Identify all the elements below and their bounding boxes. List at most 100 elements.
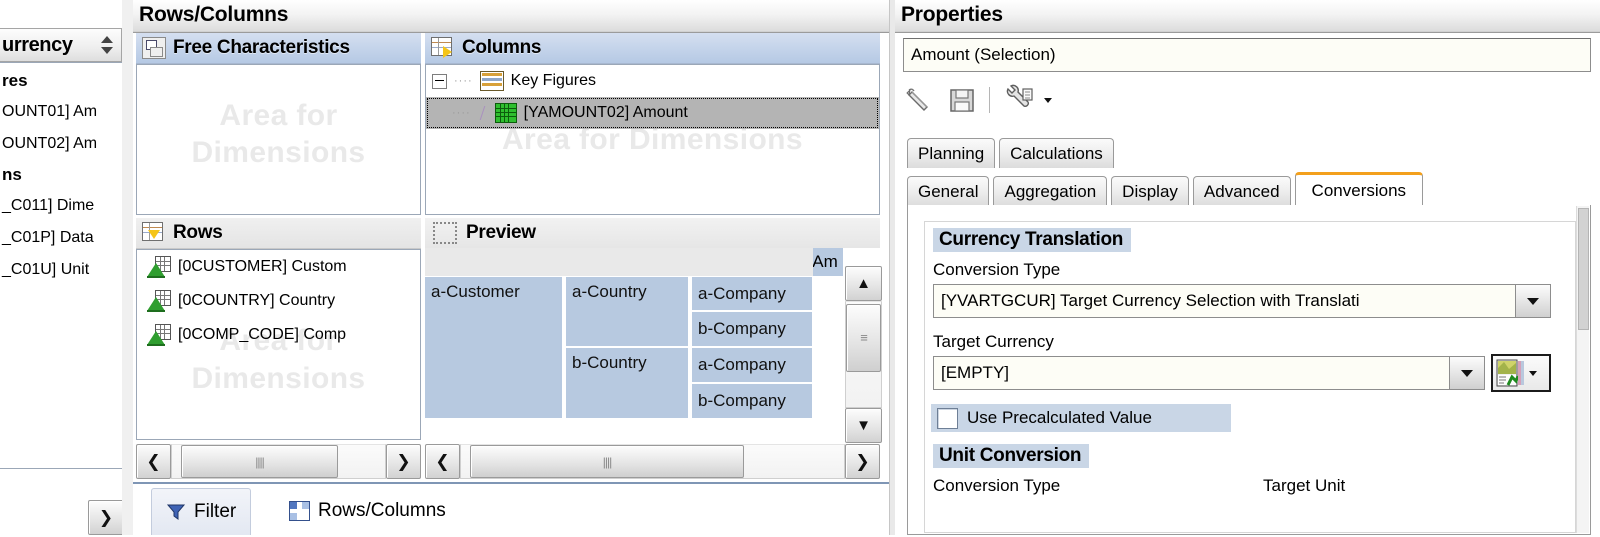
group-header-dimensions: ns [0,160,122,190]
preview-vscroll-track[interactable]: ≡ [845,301,882,408]
rows-scroll-thumb[interactable]: |||| [181,445,338,478]
save-icon[interactable] [948,86,976,114]
list-item[interactable]: OUNT01] Am [0,96,122,128]
free-characteristics-ghost-line1: Area for [219,99,338,132]
left-panel-header[interactable]: urrency [0,28,122,62]
unit-conversion-type-label: Conversion Type [933,476,1061,495]
rename-pencil-icon[interactable] [903,85,935,115]
list-item[interactable]: _C011] Dime [0,190,122,222]
rows-item-country[interactable]: [0COUNTRY] Country [137,284,420,318]
rows-item-company-code[interactable]: [0COMP_CODE] Comp [137,318,420,352]
tab-filter[interactable]: Filter [151,488,252,535]
columns-tree-node-key-figures[interactable]: ···· Key Figures [426,65,879,97]
free-characteristics-header-label: Free Characteristics [173,37,350,58]
rows-item-label: [0COUNTRY] Country [178,292,336,309]
query-designer-window: urrency res OUNT01] Am OUNT02] Am ns _C0… [0,0,1600,537]
group-header-key-figures: res [0,66,122,96]
tree-connector: ···· [452,107,471,119]
target-unit-label: Target Unit [1263,476,1346,495]
preview-cell-label: b-Company [698,319,786,338]
columns-tree-node-amount[interactable]: ···· [YAMOUNT02] Amount [426,97,879,129]
rows-ghost-line2: Dimensions [191,362,366,395]
preview-cell-company-3: a-Company [692,348,812,382]
free-characteristics-header: Free Characteristics [136,33,421,64]
object-name-field[interactable]: Amount (Selection) [903,38,1591,72]
left-panel-scroll-right-button[interactable]: ❯ [88,500,124,535]
use-precalculated-checkbox[interactable] [937,407,958,429]
preview-scroll-track[interactable]: |||| [460,444,845,479]
tab-general-label: General [918,181,979,201]
conversions-inner: Currency Translation Conversion Type [YV… [924,221,1576,533]
tab-advanced[interactable]: Advanced [1192,176,1291,206]
rows-scroll-right-button[interactable]: ❯ [386,444,421,479]
preview-cell-label: b-Company [698,391,786,410]
preview-scroll-right-button[interactable]: ❯ [845,444,880,479]
target-currency-dropdown-arrow[interactable] [1449,357,1484,389]
rows-hscrollbar[interactable]: ❮ |||| ❯ [136,444,421,479]
list-item[interactable]: OUNT02] Am [0,128,122,160]
conversion-type-dropdown-arrow[interactable] [1515,285,1550,317]
preview-vscrollbar[interactable]: ▲ ≡ ▼ [845,266,882,443]
preview-table-container[interactable]: Am a-Customer a-Country b-Country a-Comp… [425,248,880,437]
conversion-type-combobox[interactable]: [YVARTGCUR] Target Currency Selection wi… [933,284,1551,318]
rows-columns-title-bar: Rows/Columns [133,0,889,33]
tab-calculations[interactable]: Calculations [999,138,1114,168]
left-panel-list[interactable]: res OUNT01] Am OUNT02] Am ns _C011] Dime… [0,62,123,469]
characteristic-icon [147,290,171,312]
preview-column-header-amount[interactable]: Am [813,248,843,276]
settings-dropdown-arrow-icon[interactable] [1044,97,1052,103]
list-item[interactable]: _C01P] Data [0,222,122,254]
preview-column-header-label: Am [813,252,838,271]
tab-display[interactable]: Display [1111,176,1189,206]
tab-planning-label: Planning [918,143,985,163]
preview-scroll-up-button[interactable]: ▲ [845,266,882,301]
scroll-thumb-grip: |||| [602,454,613,469]
properties-content-vscrollbar[interactable] [1576,206,1589,533]
rows-dropzone[interactable]: Area for Dimensions [0CUSTOMER] Custom [… [136,249,421,440]
object-name-value: Amount (Selection) [911,45,1056,64]
collapse-expander-icon[interactable] [432,73,447,89]
preview-scroll-left-button[interactable]: ❮ [425,444,460,479]
free-characteristics-section: Free Characteristics Area for Dimensions [136,33,421,215]
rows-header-label: Rows [173,222,223,243]
key-figure-item-icon [494,103,517,123]
rows-header: Rows [136,218,421,249]
free-characteristics-icon [142,37,166,59]
tab-advanced-label: Advanced [1203,181,1280,201]
tab-rows-columns[interactable]: Rows/Columns [275,488,460,534]
rows-scroll-track[interactable]: |||| [171,444,386,479]
variable-picker-dropdown-arrow-icon[interactable] [1529,370,1537,376]
conversion-type-value: [YVARTGCUR] Target Currency Selection wi… [941,291,1360,310]
rows-scroll-left-button[interactable]: ❮ [136,444,171,479]
columns-icon [431,37,455,59]
preview-cell-label: b-Country [572,353,647,372]
tab-aggregation-label: Aggregation [1004,181,1097,201]
columns-dropzone[interactable]: Area for Dimensions ···· Key Figures ···… [425,64,880,215]
target-currency-combobox[interactable]: [EMPTY] [933,356,1485,390]
rows-columns-panel: Rows/Columns Free Characteristics Area f… [133,0,889,537]
chevron-right-icon: ❯ [855,451,870,471]
preview-scroll-thumb[interactable]: |||| [470,445,744,478]
tab-general[interactable]: General [907,176,990,206]
tab-aggregation[interactable]: Aggregation [993,176,1108,206]
use-precalculated-row[interactable]: Use Precalculated Value [931,404,1231,432]
properties-content-vscroll-thumb[interactable] [1578,208,1589,330]
preview-scroll-down-button[interactable]: ▼ [845,408,882,443]
tab-planning[interactable]: Planning [907,138,996,168]
currency-translation-group-title: Currency Translation [933,228,1132,252]
tab-content-conversions: Currency Translation Conversion Type [YV… [907,205,1591,535]
group-label: res [2,71,28,90]
free-characteristics-dropzone[interactable]: Area for Dimensions [136,64,421,215]
rows-columns-icon [289,501,310,521]
settings-wrench-icon[interactable] [1003,84,1037,116]
free-characteristics-ghost-line2: Dimensions [191,136,366,169]
preview-hscrollbar[interactable]: ❮ |||| ❯ [425,444,880,479]
preview-vscroll-thumb[interactable]: ≡ [846,304,881,372]
sort-updown-icon[interactable] [99,35,115,55]
list-item[interactable]: _C01U] Unit [0,254,122,286]
characteristic-icon [147,324,171,346]
variable-picker-button[interactable] [1491,354,1551,392]
characteristic-icon [147,256,171,278]
rows-item-customer[interactable]: [0CUSTOMER] Custom [137,250,420,284]
tab-conversions[interactable]: Conversions [1294,172,1424,206]
